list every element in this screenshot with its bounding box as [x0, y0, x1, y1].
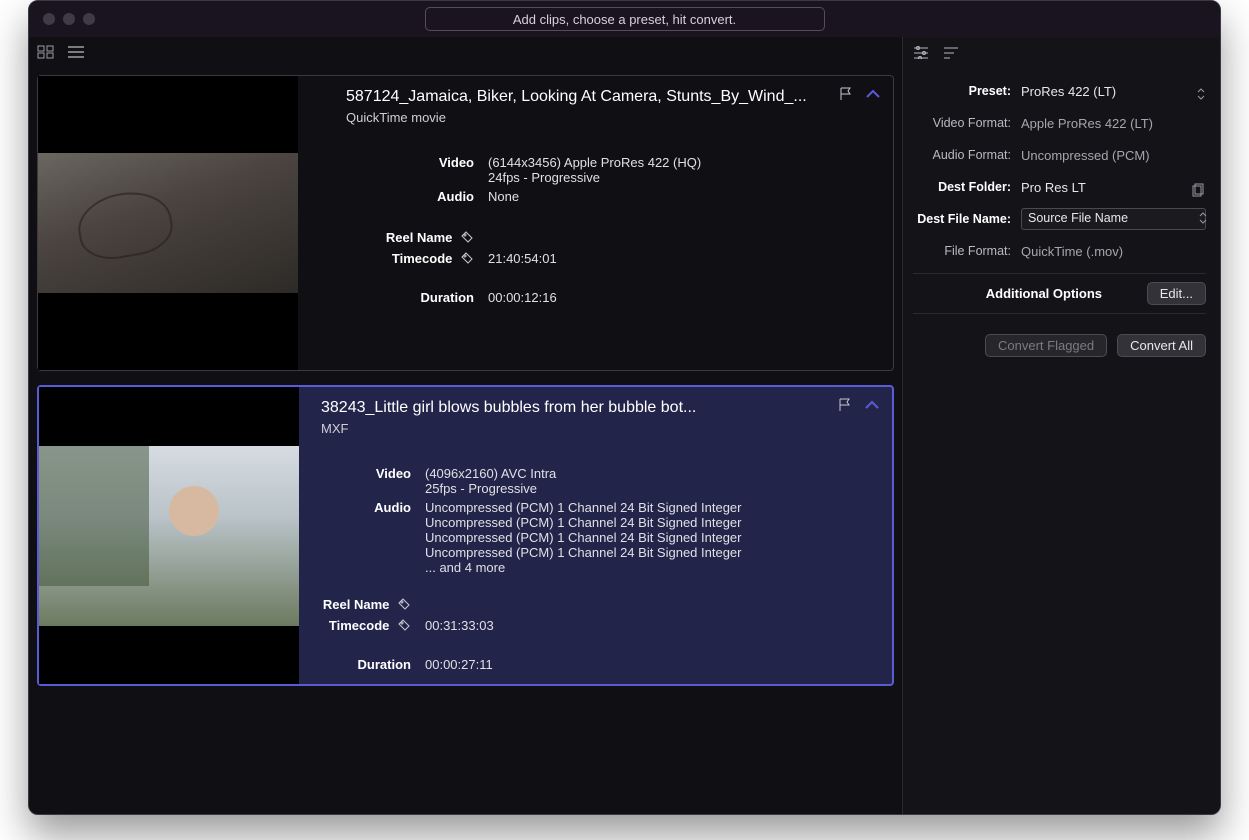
flag-icon[interactable] [838, 397, 854, 413]
label-audio: Audio [346, 189, 474, 204]
thumbnail-image [39, 446, 299, 626]
collapse-icon[interactable] [865, 86, 881, 102]
grid-view-button[interactable] [35, 43, 57, 61]
clips-pane: 587124_Jamaica, Biker, Looking At Camera… [29, 37, 903, 814]
label-preset: Preset: [913, 84, 1021, 98]
label-reel-name: Reel Name [346, 230, 474, 247]
minimize-window-button[interactable] [63, 13, 75, 25]
dest-file-name-field[interactable]: Source File Name [1021, 208, 1206, 230]
tag-icon [460, 230, 474, 247]
value-reel-name [425, 597, 842, 614]
value-audio: None [488, 189, 843, 204]
clip-thumbnail[interactable] [38, 76, 298, 370]
label-file-format: File Format: [913, 244, 1021, 258]
edit-button[interactable]: Edit... [1147, 282, 1206, 305]
value-video: (6144x3456) Apple ProRes 422 (HQ) 24fps … [488, 155, 843, 185]
label-video-format: Video Format: [913, 116, 1021, 130]
flag-icon[interactable] [839, 86, 855, 102]
copy-icon[interactable] [1192, 183, 1206, 200]
value-video: (4096x2160) AVC Intra 25fps - Progressiv… [425, 466, 842, 496]
chevron-updown-icon [1196, 87, 1206, 104]
value-reel-name [488, 230, 843, 247]
clip-container-type: MXF [321, 421, 842, 436]
collapse-icon[interactable] [864, 397, 880, 413]
label-video: Video [321, 466, 411, 496]
close-window-button[interactable] [43, 13, 55, 25]
window-controls [29, 13, 95, 25]
value-video-format: Apple ProRes 422 (LT) [1021, 116, 1206, 131]
additional-options-row: Additional Options Edit... [913, 273, 1206, 314]
value-duration: 00:00:27:11 [425, 657, 842, 672]
value-file-format: QuickTime (.mov) [1021, 244, 1206, 259]
value-duration: 00:00:12:16 [488, 290, 843, 305]
chevron-updown-icon [1198, 211, 1208, 228]
label-duration: Duration [346, 290, 474, 305]
hint-banner[interactable]: Add clips, choose a preset, hit convert. [425, 7, 825, 31]
zoom-window-button[interactable] [83, 13, 95, 25]
label-dest-folder: Dest Folder: [913, 180, 1021, 194]
sliders-icon[interactable] [911, 43, 931, 61]
clip-title: 587124_Jamaica, Biker, Looking At Camera… [346, 88, 826, 106]
label-audio-format: Audio Format: [913, 148, 1021, 162]
label-timecode: Timecode [346, 251, 474, 268]
settings-pane: Preset: ProRes 422 (LT) Video Format: Ap… [903, 37, 1220, 814]
value-audio-format: Uncompressed (PCM) [1021, 148, 1206, 163]
settings-form: Preset: ProRes 422 (LT) Video Format: Ap… [903, 65, 1220, 357]
value-timecode: 00:31:33:03 [425, 618, 842, 635]
dest-folder-value[interactable]: Pro Res LT [1021, 180, 1206, 195]
clip-metadata: 38243_Little girl blows bubbles from her… [299, 387, 892, 684]
label-audio: Audio [321, 500, 411, 575]
thumbnail-image [38, 153, 298, 293]
clip-title: 38243_Little girl blows bubbles from her… [321, 399, 801, 417]
action-buttons: Convert Flagged Convert All [913, 314, 1206, 357]
clips-list: 587124_Jamaica, Biker, Looking At Camera… [29, 65, 902, 814]
label-video: Video [346, 155, 474, 185]
hint-text: Add clips, choose a preset, hit convert. [513, 12, 736, 27]
clip-metadata: 587124_Jamaica, Biker, Looking At Camera… [298, 76, 893, 370]
content-split: 587124_Jamaica, Biker, Looking At Camera… [29, 37, 1220, 814]
additional-options-label: Additional Options [913, 286, 1135, 301]
titlebar: Add clips, choose a preset, hit convert. [29, 1, 1220, 37]
convert-all-button[interactable]: Convert All [1117, 334, 1206, 357]
tag-icon [460, 251, 474, 268]
list-view-button[interactable] [65, 43, 87, 61]
label-timecode: Timecode [321, 618, 411, 635]
convert-flagged-button[interactable]: Convert Flagged [985, 334, 1107, 357]
app-window: Add clips, choose a preset, hit convert. [28, 0, 1221, 815]
label-reel-name: Reel Name [321, 597, 411, 614]
clips-toolbar [29, 37, 902, 65]
value-audio: Uncompressed (PCM) 1 Channel 24 Bit Sign… [425, 500, 842, 575]
preset-select[interactable]: ProRes 422 (LT) [1021, 84, 1206, 99]
tag-icon [397, 618, 411, 635]
clip-card[interactable]: 38243_Little girl blows bubbles from her… [37, 385, 894, 686]
tag-icon [397, 597, 411, 614]
clip-container-type: QuickTime movie [346, 110, 843, 125]
clip-card[interactable]: 587124_Jamaica, Biker, Looking At Camera… [37, 75, 894, 371]
value-timecode: 21:40:54:01 [488, 251, 843, 268]
label-duration: Duration [321, 657, 411, 672]
settings-toolbar [903, 37, 1220, 65]
clip-thumbnail[interactable] [39, 387, 299, 684]
sort-icon[interactable] [941, 43, 961, 61]
label-dest-file-name: Dest File Name: [913, 212, 1021, 226]
